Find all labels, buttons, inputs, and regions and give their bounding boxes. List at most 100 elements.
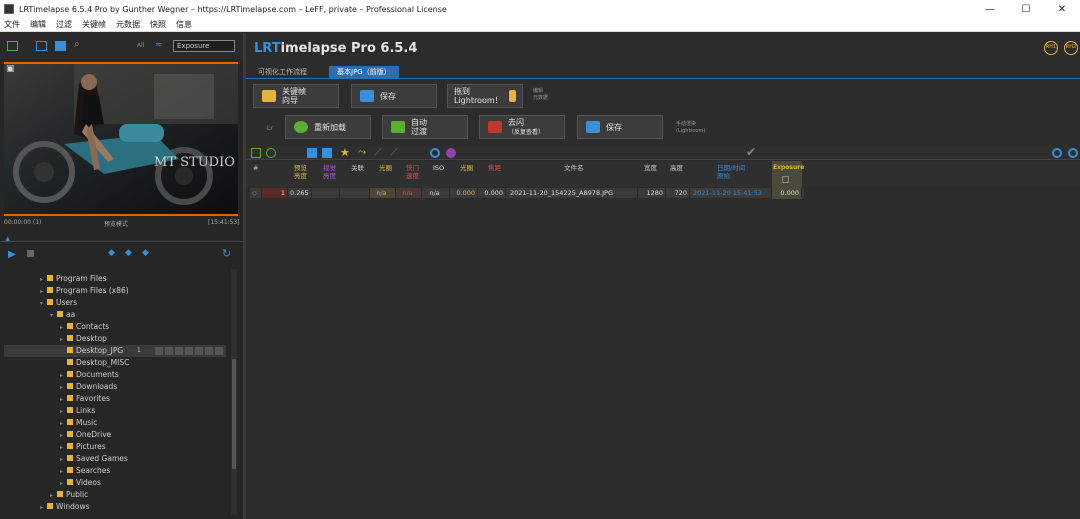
tree-scrollbar[interactable] <box>231 269 237 515</box>
tree-item-public[interactable]: ▸ Public <box>4 489 88 501</box>
tree-item-links[interactable]: ▸ Links <box>4 405 95 417</box>
table-toolbar: ★ ⤳ ⟋ ⟋ ✔ <box>246 145 1080 160</box>
ring-icon[interactable] <box>430 148 440 158</box>
frame-icon[interactable] <box>36 41 47 51</box>
menu-filter[interactable]: 过滤 <box>52 19 78 30</box>
col-iso: ISO <box>433 164 445 172</box>
keyframe-diamond-icon[interactable]: ◇ <box>250 188 262 198</box>
folder-icon <box>67 455 73 461</box>
settings-icon[interactable]: RH2 <box>1064 41 1078 55</box>
menu-file[interactable]: 文件 <box>0 19 26 30</box>
tree-item-searches[interactable]: ▸ Searches <box>4 465 110 477</box>
next-keyframe-icon[interactable]: ◆ <box>142 248 149 258</box>
tree-scrollbar-thumb[interactable] <box>232 359 236 469</box>
tree-item-desktop[interactable]: ▸ Desktop <box>4 333 107 345</box>
folder-icon <box>47 503 53 509</box>
auto-transition-button[interactable]: 自动 过渡 <box>382 115 468 139</box>
close-button[interactable]: ✕ <box>1044 0 1080 18</box>
minimize-button[interactable]: — <box>972 0 1008 18</box>
brand-title: LRTimelapse Pro 6.5.4 <box>254 41 418 56</box>
save-icon <box>360 90 374 102</box>
exposure-checkbox[interactable] <box>782 176 789 183</box>
search-icon[interactable]: ⌕ <box>74 39 80 50</box>
tree-item-desktop-misc[interactable]: Desktop_MISC <box>4 357 129 369</box>
save-deflicker-button[interactable]: 保存 <box>577 115 663 139</box>
star-icon[interactable]: ★ <box>340 146 350 159</box>
playback-controls: ▲ ▶ ◆ ◆ ◆ ↻ <box>0 233 243 263</box>
edit-metadata-hint: 编辑 元数据 <box>533 88 549 101</box>
menu-snapshot[interactable]: 快照 <box>146 19 172 30</box>
workflow-tabs: 可视化工作流程 基本JPG（前版） <box>246 66 1080 79</box>
drag-to-lightroom-button[interactable]: 拖到 Lightroom！ <box>447 84 523 108</box>
tree-item-program-files-x86[interactable]: ▸ Program Files (x86) <box>4 285 129 297</box>
tree-item-music[interactable]: ▸ Music <box>4 417 97 429</box>
transition-curve-icon <box>391 121 405 133</box>
folder-icon <box>67 443 73 449</box>
keyframe-wizard-button[interactable]: 关键帧 向导 <box>253 84 339 108</box>
tree-item-contacts[interactable]: ▸ Contacts <box>4 321 109 333</box>
app-icon <box>4 4 14 14</box>
tree-item-aa[interactable]: ▾ aa <box>4 309 75 321</box>
color-icon[interactable] <box>446 148 456 158</box>
curve-edit-icon[interactable]: ⤳ <box>358 147 366 158</box>
menu-metadata[interactable]: 元数据 <box>112 19 146 30</box>
edit-icon[interactable] <box>307 148 317 158</box>
curve-icon[interactable]: ≈ <box>155 40 163 50</box>
folder-icon <box>67 419 73 425</box>
save-icon <box>586 121 600 133</box>
refresh-icon[interactable]: ↻ <box>222 247 231 260</box>
cell-height: 720 <box>666 188 690 198</box>
stop-icon[interactable] <box>27 250 34 257</box>
tree-item-downloads[interactable]: ▸ Downloads <box>4 381 117 393</box>
col-datetime: 日期/时间 原始 <box>717 164 746 180</box>
tree-item-favorites[interactable]: ▸ Favorites <box>4 393 110 405</box>
menu-info[interactable]: 信息 <box>172 19 198 30</box>
save-metadata-button[interactable]: 保存 <box>351 84 437 108</box>
left-toolbar: ⌕ All ≈ Exposure <box>0 33 243 59</box>
tree-item-onedrive[interactable]: ▸ OneDrive <box>4 429 111 441</box>
help-icon[interactable]: RH1 <box>1044 41 1058 55</box>
col-shutter: 快门 速度 <box>406 164 419 180</box>
folder-icon <box>47 275 53 281</box>
image-icon[interactable] <box>55 41 66 51</box>
tree-item-documents[interactable]: ▸ Documents <box>4 369 119 381</box>
play-icon[interactable]: ▶ <box>8 249 16 260</box>
keyframe-disabled-icon[interactable]: ⟋ <box>391 147 398 158</box>
col-relation: 关联 <box>351 164 364 172</box>
keyframe-icon[interactable]: ◆ <box>125 248 132 258</box>
tree-item-windows[interactable]: ▸ Windows <box>4 501 89 513</box>
col-aperture: 光圈 <box>460 164 473 172</box>
exposure-field[interactable]: Exposure <box>173 40 235 52</box>
deflicker-button[interactable]: 去闪 （反复查看） <box>479 115 565 139</box>
tree-item-users[interactable]: ▾ Users <box>4 297 77 309</box>
reload-button[interactable]: 重新加载 <box>285 115 371 139</box>
col-preview-lum: 预览 亮度 <box>294 164 307 180</box>
zoom-icon[interactable] <box>1052 148 1062 158</box>
share-icon[interactable] <box>322 148 332 158</box>
folder-icon <box>67 479 73 485</box>
prev-keyframe-icon[interactable]: ◆ <box>108 248 115 258</box>
wand-disabled-icon[interactable]: ⟋ <box>375 147 382 158</box>
table-row[interactable]: ◇ 1 0.265 n/a n/a n/a 0.000 0.000 2021-1… <box>250 188 804 198</box>
tab-visual-workflow[interactable]: 可视化工作流程 <box>250 66 315 79</box>
menu-keyframes[interactable]: 关键帧 <box>78 19 112 30</box>
tab-basic-jpg[interactable]: 基本JPG（前版） <box>329 66 399 79</box>
add-icon[interactable] <box>1068 148 1078 158</box>
timeline-track[interactable] <box>0 241 243 242</box>
tree-item-pictures[interactable]: ▸ Pictures <box>4 441 106 453</box>
menu-edit[interactable]: 编辑 <box>26 19 52 30</box>
table-view-icon[interactable] <box>251 148 261 158</box>
tree-item-desktop-jpg[interactable]: Desktop_JPG 1 <box>4 345 226 357</box>
folder-icon <box>67 371 73 377</box>
preview-watermark: MT STUDIO <box>154 155 235 170</box>
camera-icon[interactable]: ▣ <box>6 64 15 74</box>
tree-item-videos[interactable]: ▸ Videos <box>4 477 101 489</box>
maximize-button[interactable]: ☐ <box>1008 0 1044 18</box>
cell-iso: n/a <box>422 188 450 198</box>
folder-add-icon[interactable] <box>7 41 18 51</box>
checkmark-icon[interactable]: ✔ <box>746 145 756 159</box>
chart-view-icon[interactable] <box>266 148 276 158</box>
tree-item-saved-games[interactable]: ▸ Saved Games <box>4 453 128 465</box>
tree-item-program-files[interactable]: ▸ Program Files <box>4 273 107 285</box>
col-visual-lum: 视觉 亮度 <box>323 164 336 180</box>
